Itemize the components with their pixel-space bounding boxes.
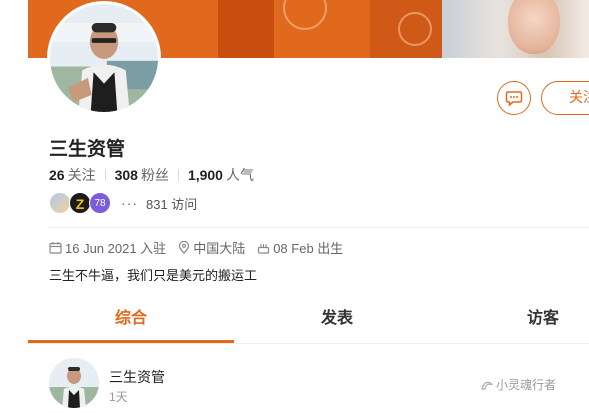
post-author-name[interactable]: 三生资管 [109, 367, 165, 387]
chat-bubble-icon [505, 91, 523, 107]
watermark: 小灵魂行者 [480, 376, 556, 393]
joined-date: 16 Jun 2021 入驻 [49, 238, 166, 257]
visit-count: 831 访问 [146, 196, 198, 212]
achievement-badge[interactable] [49, 192, 71, 214]
profile-meta: 16 Jun 2021 入驻 中国大陆 08 Feb 出生 [49, 238, 355, 257]
cake-icon [258, 244, 270, 254]
watermark-logo-icon [481, 381, 493, 390]
divider [49, 227, 589, 228]
tab-overview[interactable]: 综合 [28, 300, 234, 343]
calendar-icon [49, 242, 62, 254]
avatar[interactable] [47, 1, 161, 115]
tab-visitors[interactable]: 访客 [440, 300, 589, 343]
more-badges-icon[interactable]: ··· [121, 195, 138, 211]
follow-button-label: 关注 [569, 89, 589, 105]
stat-following[interactable]: 26 关注 [49, 165, 96, 185]
level-badge[interactable]: 78 [89, 192, 111, 214]
location: 中国大陆 [178, 238, 245, 257]
location-pin-icon [179, 241, 190, 254]
tab-posts[interactable]: 发表 [234, 300, 440, 343]
profile-name: 三生资管 [49, 139, 126, 160]
message-button[interactable] [497, 81, 531, 115]
banner-decoration [398, 12, 432, 46]
profile-tabs: 综合 发表 访客 [28, 300, 589, 344]
stat-popularity: 1,900 人气 [187, 167, 254, 183]
stat-divider [104, 169, 106, 181]
profile-bio: 三生不牛逼，我们只是美元的搬运工 [49, 268, 258, 283]
badge-row: Z 78 ··· 831 访问 [49, 192, 197, 214]
post-author-avatar[interactable] [49, 358, 99, 408]
profile-stats: 26 关注 308 粉丝 1,900 人气 [49, 165, 254, 185]
banner-stripe [218, 0, 274, 58]
banner-decoration [283, 0, 327, 30]
z-badge[interactable]: Z [69, 192, 91, 214]
birthday: 08 Feb 出生 [257, 238, 343, 257]
follow-button[interactable]: 关注 [541, 81, 589, 115]
stat-fans[interactable]: 308 粉丝 [115, 165, 169, 185]
stat-divider [177, 169, 179, 181]
post-time: 1天 [109, 390, 128, 404]
